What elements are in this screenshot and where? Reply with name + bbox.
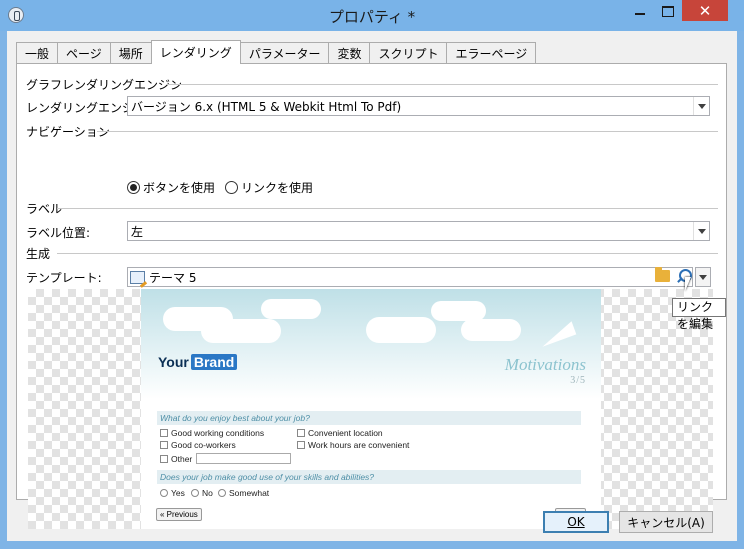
edit-link-tooltip: リンクを編集 — [672, 298, 726, 331]
radio-use-buttons-label[interactable]: ボタンを使用 — [143, 179, 215, 196]
question-2: Does your job make good use of your skil… — [157, 470, 581, 484]
previous-button-preview: « Previous — [156, 508, 202, 521]
cloud-decoration — [261, 299, 321, 319]
question-1: What do you enjoy best about your job? — [157, 411, 581, 425]
title-bar[interactable]: プロパティ * ✕ — [0, 0, 744, 31]
radio-use-links[interactable] — [225, 181, 239, 194]
survey-header: Your Brand Motivations 3/5 — [141, 289, 601, 399]
folder-icon[interactable] — [655, 267, 670, 282]
rendering-engine-value: バージョン 6.x (HTML 5 & Webkit Html To Pdf) — [131, 99, 402, 114]
checkbox-option: Good co-workers — [160, 440, 236, 450]
template-dropdown-button[interactable] — [695, 267, 711, 287]
option-label: Convenient location — [308, 428, 383, 438]
navigation-options: ボタンを使用 リンクを使用 — [127, 179, 313, 196]
radio-option: Yes — [160, 488, 185, 498]
paper-plane-icon — [537, 321, 577, 347]
brand-brand: Brand — [190, 354, 238, 370]
rendering-engine-select[interactable]: バージョン 6.x (HTML 5 & Webkit Html To Pdf) — [127, 96, 710, 116]
option-label: Yes — [171, 488, 185, 498]
label-position-select[interactable]: 左 — [127, 221, 710, 241]
chevron-down-icon[interactable] — [693, 97, 709, 115]
ok-label: OK — [567, 515, 585, 529]
properties-window: プロパティ * ✕ 一般 ページ 場所 レンダリング パラメーター 変数 スクリ… — [0, 0, 744, 549]
template-preview: Your Brand Motivations 3/5 What do you e… — [28, 289, 713, 529]
template-field[interactable]: テーマ 5 — [127, 267, 693, 287]
close-button[interactable]: ✕ — [682, 0, 728, 21]
radio-use-links-label[interactable]: リンクを使用 — [241, 179, 313, 196]
minimize-button[interactable] — [626, 0, 654, 22]
tab-scripts[interactable]: スクリプト — [369, 42, 447, 64]
maximize-button[interactable] — [654, 0, 682, 22]
chevron-down-icon[interactable] — [693, 222, 709, 240]
survey-heading: Motivations — [504, 355, 586, 374]
checkbox-option: Convenient location — [297, 428, 383, 438]
option-label: Other — [171, 453, 193, 464]
survey-preview: Your Brand Motivations 3/5 What do you e… — [141, 289, 601, 529]
tab-general[interactable]: 一般 — [16, 42, 58, 64]
mouse-cursor — [685, 277, 697, 291]
cloud-decoration — [201, 319, 281, 343]
rendering-panel: グラフレンダリングエンジン レンダリングエンジン: バージョン 6.x (HTM… — [16, 63, 727, 529]
tab-strip: 一般 ページ 場所 レンダリング パラメーター 変数 スクリプト エラーページ — [16, 40, 537, 64]
cloud-decoration — [366, 317, 436, 343]
section-divider — [57, 208, 718, 209]
checkbox-option: Work hours are convenient — [297, 440, 409, 450]
tab-parameters[interactable]: パラメーター — [240, 42, 329, 64]
brand-logo: Your Brand — [158, 354, 238, 370]
cancel-button[interactable]: キャンセル(A) — [619, 511, 713, 533]
radio-option: No — [191, 488, 213, 498]
other-input — [196, 453, 292, 464]
tab-error-page[interactable]: エラーページ — [446, 42, 537, 64]
option-label: Somewhat — [229, 488, 270, 498]
survey-page-number: 3/5 — [570, 375, 586, 386]
section-divider — [97, 131, 718, 132]
tab-pages[interactable]: ページ — [57, 42, 110, 64]
label-position-label: ラベル位置: — [26, 226, 91, 240]
dialog-client: 一般 ページ 場所 レンダリング パラメーター 変数 スクリプト エラーページ … — [7, 31, 737, 541]
tab-variables[interactable]: 変数 — [328, 42, 370, 64]
option-label: No — [202, 488, 213, 498]
section-divider — [167, 84, 718, 85]
tab-location[interactable]: 場所 — [109, 42, 151, 64]
checkbox-option: Good working conditions — [160, 428, 264, 438]
template-value: テーマ 5 — [149, 270, 197, 285]
ok-button[interactable]: OK — [543, 511, 609, 533]
cloud-decoration — [431, 301, 486, 321]
brand-your: Your — [158, 354, 189, 370]
label-position-value: 左 — [131, 224, 144, 239]
section-generation: 生成 — [26, 247, 51, 261]
option-label: Work hours are convenient — [308, 440, 410, 450]
radio-use-buttons[interactable] — [127, 181, 140, 194]
tab-rendering[interactable]: レンダリング — [150, 40, 241, 64]
checkbox-option: Other — [160, 453, 292, 464]
option-label: Good co-workers — [171, 440, 236, 450]
section-graph-engine: グラフレンダリングエンジン — [26, 78, 183, 92]
cloud-decoration — [461, 319, 521, 341]
template-icon — [130, 270, 145, 284]
chevron-down-icon — [699, 274, 707, 280]
template-label: テンプレート: — [26, 271, 102, 285]
option-label: Good working conditions — [171, 428, 265, 438]
radio-option: Somewhat — [218, 488, 269, 498]
section-divider — [57, 253, 718, 254]
